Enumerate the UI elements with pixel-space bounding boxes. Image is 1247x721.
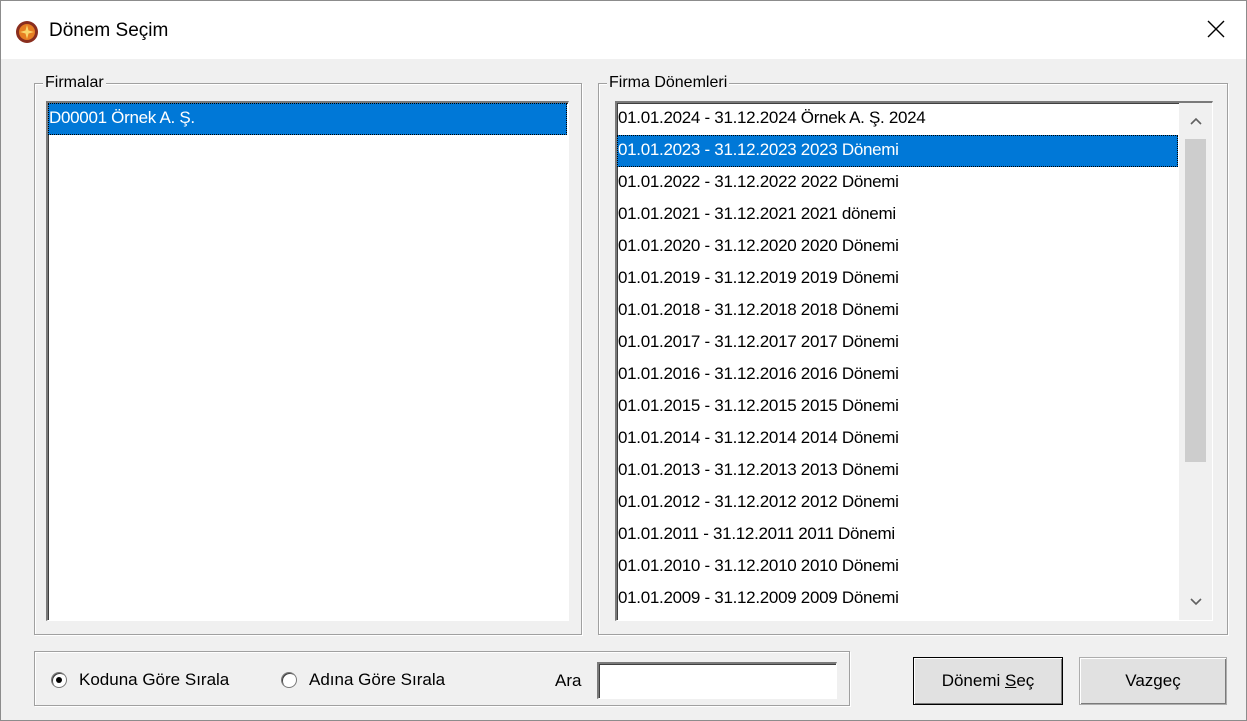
donem-list-item[interactable]: 01.01.2015 - 31.12.2015 2015 Dönemi xyxy=(617,391,1178,423)
donem-list-item[interactable]: 01.01.2024 - 31.12.2024 Örnek A. Ş. 2024 xyxy=(617,103,1178,135)
donemler-listbox[interactable]: 01.01.2024 - 31.12.2024 Örnek A. Ş. 2024… xyxy=(615,101,1213,621)
radio-indicator[interactable] xyxy=(51,672,67,688)
donem-list-item[interactable]: 01.01.2009 - 31.12.2009 2009 Dönemi xyxy=(617,583,1178,615)
donem-list-item[interactable]: 01.01.2012 - 31.12.2012 2012 Dönemi xyxy=(617,487,1178,519)
donem-list-item[interactable]: 01.01.2013 - 31.12.2013 2013 Dönemi xyxy=(617,455,1178,487)
cancel-button[interactable]: Vazgeç xyxy=(1079,657,1227,705)
select-period-label-prefix: Dönemi xyxy=(941,671,1005,690)
sort-by-code-label: Koduna Göre Sırala xyxy=(79,670,230,689)
donem-list-item[interactable]: 01.01.2011 - 31.12.2011 2011 Dönemi xyxy=(617,519,1178,551)
donem-list-item[interactable]: 01.01.2023 - 31.12.2023 2023 Dönemi xyxy=(617,135,1178,167)
donem-list-item[interactable]: 01.01.2021 - 31.12.2021 2021 dönemi xyxy=(617,199,1178,231)
scroll-up-button[interactable] xyxy=(1179,105,1212,137)
search-input[interactable] xyxy=(597,662,837,699)
select-period-label-suffix: eç xyxy=(1016,671,1035,690)
donem-list-item[interactable]: 01.01.2019 - 31.12.2019 2019 Dönemi xyxy=(617,263,1178,295)
sort-by-name-radio[interactable]: Adına Göre Sırala xyxy=(281,670,445,690)
chevron-up-icon xyxy=(1189,117,1202,125)
donem-list-item[interactable]: 01.01.2018 - 31.12.2018 2018 Dönemi xyxy=(617,295,1178,327)
firmalar-group: Firmalar D00001 Örnek A. Ş. xyxy=(34,73,582,635)
donem-list-item[interactable]: 01.01.2017 - 31.12.2017 2017 Dönemi xyxy=(617,327,1178,359)
scroll-thumb[interactable] xyxy=(1185,139,1206,462)
donem-list-item[interactable]: 01.01.2020 - 31.12.2020 2020 Dönemi xyxy=(617,231,1178,263)
sort-by-name-label: Adına Göre Sırala xyxy=(309,670,446,689)
sort-by-code-radio[interactable]: Koduna Göre Sırala xyxy=(51,670,229,690)
dialog-window: Dönem Seçim Firmalar D00001 Örnek A. Ş. … xyxy=(0,0,1247,721)
donemler-scrollbar[interactable] xyxy=(1179,103,1212,620)
select-period-button[interactable]: Dönemi Seç xyxy=(913,657,1063,705)
donemler-group-label: Firma Dönemleri xyxy=(607,73,730,93)
radio-indicator[interactable] xyxy=(281,672,297,688)
chevron-down-icon xyxy=(1189,598,1202,606)
select-period-label-accel: S xyxy=(1005,671,1017,690)
donemler-group: Firma Dönemleri 01.01.2024 - 31.12.2024 … xyxy=(598,73,1228,635)
donem-list-item[interactable]: 01.01.2022 - 31.12.2022 2022 Dönemi xyxy=(617,167,1178,199)
app-logo-icon xyxy=(15,20,39,44)
window-title: Dönem Seçim xyxy=(49,20,169,41)
close-icon xyxy=(1207,20,1225,38)
search-label: Ara xyxy=(555,671,582,690)
donem-list-item[interactable]: 01.01.2014 - 31.12.2014 2014 Dönemi xyxy=(617,423,1178,455)
scroll-down-button[interactable] xyxy=(1179,586,1212,618)
firma-list-item[interactable]: D00001 Örnek A. Ş. xyxy=(48,103,567,135)
donem-list-item[interactable]: 01.01.2010 - 31.12.2010 2010 Dönemi xyxy=(617,551,1178,583)
firmalar-group-label: Firmalar xyxy=(43,73,106,93)
firmalar-listbox[interactable]: D00001 Örnek A. Ş. xyxy=(46,101,569,621)
title-bar[interactable]: Dönem Seçim xyxy=(1,1,1246,59)
sort-search-group: Koduna Göre Sırala Adına Göre Sırala Ara xyxy=(34,651,850,706)
close-button[interactable] xyxy=(1186,1,1246,57)
donem-list-item[interactable]: 01.01.2016 - 31.12.2016 2016 Dönemi xyxy=(617,359,1178,391)
